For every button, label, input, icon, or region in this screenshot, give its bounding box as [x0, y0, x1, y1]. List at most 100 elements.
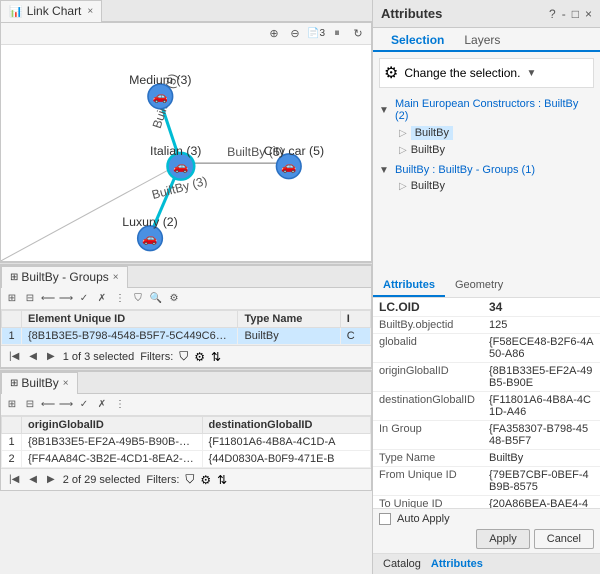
- t2-first-btn[interactable]: |◀: [7, 474, 21, 485]
- t1-icon7[interactable]: ⋮: [112, 291, 128, 307]
- attributes-header: Attributes ? - □ ×: [373, 0, 600, 28]
- t1-icon8[interactable]: ⛉: [130, 291, 146, 307]
- tab-layers[interactable]: Layers: [454, 30, 510, 52]
- t1-icon3[interactable]: ⟵: [40, 291, 56, 307]
- attr-key: originGlobalID: [373, 362, 483, 391]
- tab-close-btn[interactable]: ×: [87, 6, 93, 17]
- table-row[interactable]: 2 {FF4AA84C-3B2E-4CD1-8EA2-F79A1F7335C5}…: [2, 451, 371, 468]
- bottom-tab-catalog[interactable]: Catalog: [379, 556, 425, 572]
- t2-icon4[interactable]: ⟶: [58, 397, 74, 413]
- refresh-icon[interactable]: ↻: [349, 25, 367, 43]
- t1-prev-btn[interactable]: ◀: [27, 351, 39, 362]
- svg-text:🚗: 🚗: [153, 89, 168, 103]
- t2-icon5[interactable]: ✓: [76, 397, 92, 413]
- table1-toolbar: ⊞ ⊟ ⟵ ⟶ ✓ ✗ ⋮ ⛉ 🔍 ⚙: [1, 288, 371, 310]
- link-chart-tab[interactable]: 📊 Link Chart ×: [0, 0, 102, 22]
- tree-child-arrow-icon: ▷: [399, 128, 407, 139]
- tree-group-2: ▼ BuiltBy : BuiltBy - Groups (1) ▷ Built…: [379, 160, 594, 196]
- zoom-out-icon[interactable]: ⊖: [286, 25, 304, 43]
- bottom-tab-attributes[interactable]: Attributes: [427, 556, 487, 572]
- attr-key: To Unique ID: [373, 495, 483, 508]
- tab-attributes[interactable]: Attributes: [373, 275, 445, 297]
- table2-col-num: [2, 417, 22, 434]
- network-visualization: BuiltBy (5) BuiltBy (3) BuiltBy (5) 🚗 Me…: [1, 45, 371, 262]
- t2-icon3[interactable]: ⟵: [40, 397, 56, 413]
- table1-col3-header[interactable]: I: [340, 311, 370, 328]
- close-icon[interactable]: ×: [585, 7, 592, 21]
- t1-filter-icon[interactable]: ⛉: [179, 349, 188, 364]
- t2-sort-icon[interactable]: ⇅: [217, 473, 227, 487]
- row-num: 2: [2, 451, 22, 468]
- table2-tab-icon: ⊞: [10, 378, 18, 389]
- attr-bottom: Auto Apply Apply Cancel: [373, 508, 600, 553]
- tree-child-1-2-label: BuiltBy: [411, 144, 445, 156]
- attr-row: In Group{FA358307-B798-4548-B5F7: [373, 420, 600, 449]
- tree-child-2-1[interactable]: ▷ BuiltBy: [379, 178, 594, 194]
- table2-container: originGlobalID destinationGlobalID 1 {8B…: [1, 416, 371, 468]
- apply-button[interactable]: Apply: [476, 529, 530, 549]
- pause-icon[interactable]: ⏸: [328, 25, 346, 43]
- svg-text:🚗: 🚗: [142, 231, 157, 245]
- t1-icon5[interactable]: ✓: [76, 291, 92, 307]
- t1-icon9[interactable]: 🔍: [148, 291, 164, 307]
- table2-row1-col2: {F11801A6-4B8A-4C1D-A: [202, 434, 370, 451]
- tab-selection[interactable]: Selection: [381, 30, 454, 52]
- t2-settings-icon[interactable]: ⚙: [200, 473, 211, 487]
- table2-close-btn[interactable]: ×: [63, 378, 69, 389]
- auto-apply-checkbox[interactable]: [379, 513, 391, 525]
- table2-col2-header[interactable]: destinationGlobalID: [202, 417, 370, 434]
- table-row[interactable]: 1 {8B1B33E5-EF2A-49B5-B90B-45251C7458E6}…: [2, 434, 371, 451]
- t2-prev-btn[interactable]: ◀: [27, 474, 39, 485]
- t1-sort-icon[interactable]: ⇅: [211, 350, 221, 364]
- attributes-table: LC.OID34BuiltBy.objectid125globalid{F58E…: [373, 298, 600, 509]
- attr-value: BuiltBy: [483, 449, 600, 466]
- selection-content: ⚙ Change the selection. ▼ ▼ Main Europea…: [373, 52, 600, 275]
- attr-value: {20A86BEA-BAE4-4F33-B10: [483, 495, 600, 508]
- t2-icon7[interactable]: ⋮: [112, 397, 128, 413]
- help-icon[interactable]: ?: [549, 7, 556, 21]
- cancel-button[interactable]: Cancel: [534, 529, 594, 549]
- zoom-icon[interactable]: ⊕: [265, 25, 283, 43]
- table2-col1-header[interactable]: originGlobalID: [22, 417, 203, 434]
- tree-child-2-1-label: BuiltBy: [411, 180, 445, 192]
- t1-icon10[interactable]: ⚙: [166, 291, 182, 307]
- t2-icon6[interactable]: ✗: [94, 397, 110, 413]
- table1-col2-header[interactable]: Type Name: [238, 311, 340, 328]
- attr-value: {8B1B33E5-EF2A-49B5-B90E: [483, 362, 600, 391]
- maximize-icon[interactable]: □: [572, 7, 579, 21]
- attr-row: BuiltBy.objectid125: [373, 316, 600, 333]
- selection-layers-tabs: Selection Layers: [373, 28, 600, 52]
- tree-group-2-header[interactable]: ▼ BuiltBy : BuiltBy - Groups (1): [379, 162, 594, 178]
- t1-first-btn[interactable]: |◀: [7, 351, 21, 362]
- t2-icon2[interactable]: ⊟: [22, 397, 38, 413]
- t1-icon4[interactable]: ⟶: [58, 291, 74, 307]
- change-selection-arrow[interactable]: ▼: [526, 68, 536, 79]
- t1-icon1[interactable]: ⊞: [4, 291, 20, 307]
- table1-container: Element Unique ID Type Name I 1 {8B1B3E5…: [1, 310, 371, 345]
- change-selection-text: Change the selection.: [404, 66, 520, 80]
- table2-tab[interactable]: ⊞ BuiltBy ×: [1, 372, 78, 394]
- tree-child-1-1[interactable]: ▷ BuiltBy: [379, 124, 594, 142]
- table1-tab[interactable]: ⊞ BuiltBy - Groups ×: [1, 266, 128, 288]
- bottom-tabs: Catalog Attributes: [373, 553, 600, 574]
- t2-next-btn[interactable]: ▶: [45, 474, 57, 485]
- tree-child-1-2[interactable]: ▷ BuiltBy: [379, 142, 594, 158]
- table1-close-btn[interactable]: ×: [113, 272, 119, 283]
- network-svg: BuiltBy (5) BuiltBy (3) BuiltBy (5) 🚗 Me…: [1, 45, 371, 261]
- t1-icon2[interactable]: ⊟: [22, 291, 38, 307]
- tree-group-1-header[interactable]: ▼ Main European Constructors : BuiltBy (…: [379, 96, 594, 124]
- attr-row: destinationGlobalID{F11801A6-4B8A-4C1D-A…: [373, 391, 600, 420]
- t1-settings-icon[interactable]: ⚙: [194, 350, 205, 364]
- table1-col1-header[interactable]: Element Unique ID: [22, 311, 238, 328]
- table2-tab-label: BuiltBy: [21, 376, 58, 390]
- t2-filter-icon[interactable]: ⛉: [185, 472, 194, 487]
- change-selection-row[interactable]: ⚙ Change the selection. ▼: [379, 58, 594, 88]
- tree-arrow-2-icon: ▼: [379, 165, 391, 176]
- row-num: 1: [2, 434, 22, 451]
- t1-next-btn[interactable]: ▶: [45, 351, 57, 362]
- t2-icon1[interactable]: ⊞: [4, 397, 20, 413]
- tab-geometry[interactable]: Geometry: [445, 275, 513, 297]
- minimize-icon[interactable]: -: [562, 7, 566, 21]
- t1-icon6[interactable]: ✗: [94, 291, 110, 307]
- table-row[interactable]: 1 {8B1B3E5-B798-4548-B5F7-5C449C61B61C} …: [2, 328, 371, 345]
